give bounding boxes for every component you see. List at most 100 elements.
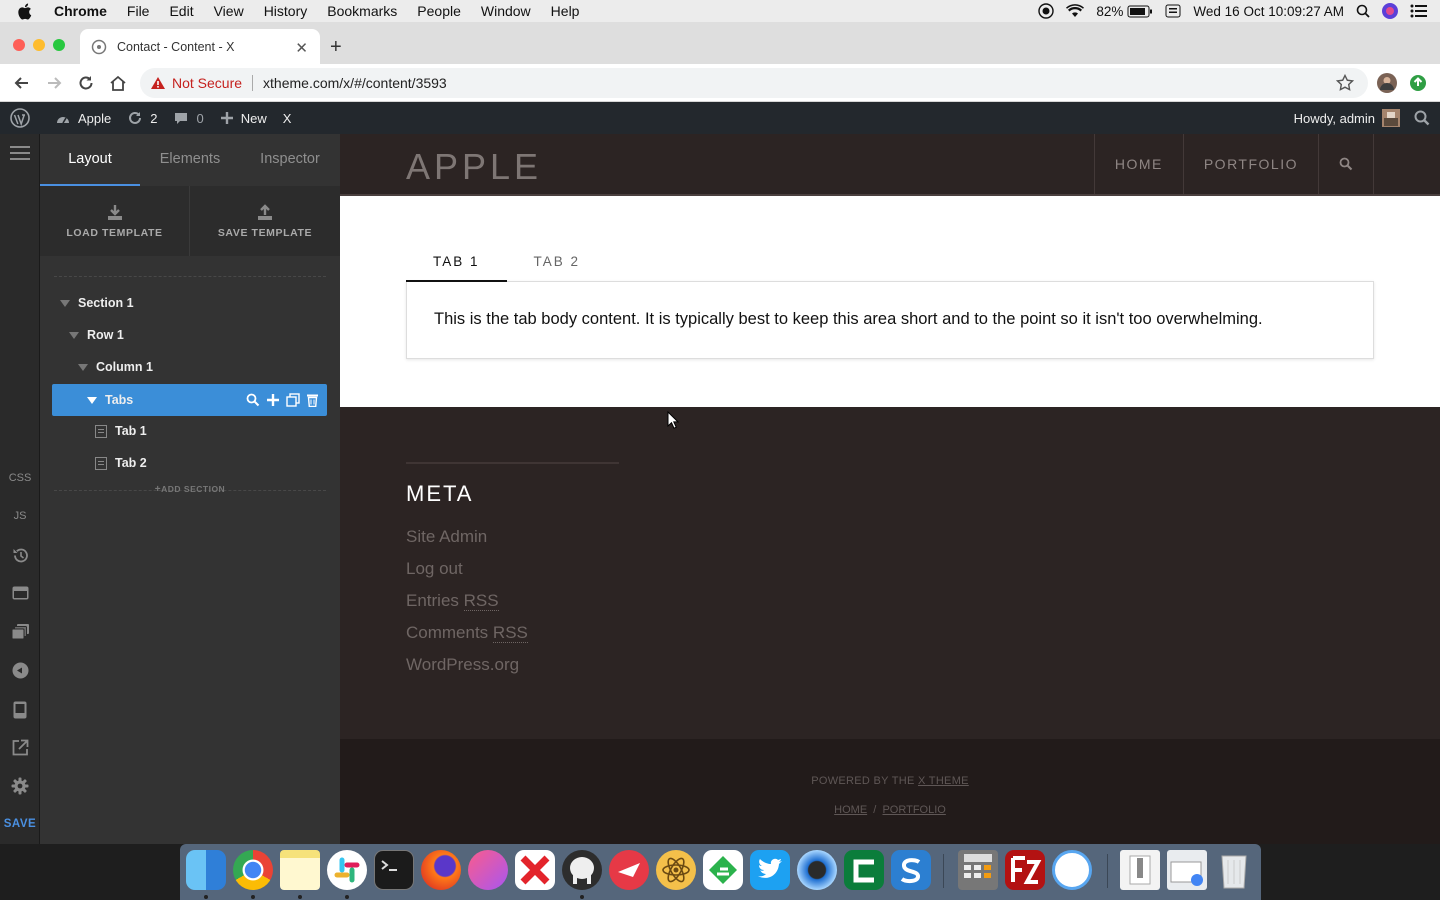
apple-menu-icon[interactable] [17,0,39,22]
itunes-icon[interactable] [468,850,508,890]
spotlight-search-icon[interactable] [1356,4,1370,18]
tree-tab-2[interactable]: Tab 2 [52,448,327,478]
templates-icon[interactable] [0,624,40,640]
crossover-icon[interactable] [515,850,555,890]
wp-user-avatar[interactable] [1382,109,1400,127]
wp-new-link[interactable]: New [220,111,267,126]
profile-avatar-icon[interactable] [1376,72,1397,93]
meta-link-comments-rss[interactable]: Comments RSS [406,623,528,643]
tab-close-icon[interactable]: ✕ [295,39,308,57]
menu-view[interactable]: View [214,3,244,19]
menu-file[interactable]: File [127,3,150,19]
calculator-icon[interactable] [958,850,998,890]
wifi-icon[interactable] [1066,4,1085,18]
responsive-preview-icon[interactable] [0,701,40,719]
camtasia-icon[interactable] [844,850,884,890]
browser-tab[interactable]: Contact - Content - X ✕ [80,29,320,64]
meta-link-entries-rss[interactable]: Entries RSS [406,591,499,611]
history-icon[interactable] [0,547,40,564]
tree-section-1[interactable]: Section 1 [52,288,327,318]
downloads-stack-icon[interactable] [1120,850,1160,890]
window-close-button[interactable] [13,39,25,51]
tree-tab-1[interactable]: Tab 1 [52,416,327,446]
firefox-icon[interactable] [421,850,461,890]
menu-help[interactable]: Help [551,3,580,19]
address-bar[interactable]: Not Secure xtheme.com/x/#/content/3593 [140,68,1368,98]
wp-comments-link[interactable]: 0 [173,111,204,126]
tree-column-1[interactable]: Column 1 [52,352,327,382]
add-section-button[interactable]: +ADD SECTION [40,484,340,495]
extension-icon[interactable] [1408,73,1428,93]
header-builder-icon[interactable] [0,586,40,600]
forward-icon[interactable] [44,73,64,93]
new-tab-button[interactable]: + [330,36,342,59]
global-blocks-icon[interactable] [0,662,40,679]
save-template-button[interactable]: SAVE TEMPLATE [190,186,340,256]
hamburger-menu-icon[interactable] [0,146,40,160]
app-circle-icon[interactable] [1052,850,1092,890]
tree-tabs-selected[interactable]: Tabs [52,384,327,416]
quicktime-icon[interactable] [797,850,837,890]
delete-trash-icon[interactable] [306,393,319,407]
collapse-caret-icon[interactable] [69,331,79,339]
x-theme-link[interactable]: X THEME [918,775,969,787]
back-icon[interactable] [12,73,32,93]
nav-search-icon[interactable] [1318,134,1374,194]
home-icon[interactable] [108,73,128,93]
wp-x-link[interactable]: X [283,111,292,126]
duplicate-icon[interactable] [286,393,300,407]
window-zoom-button[interactable] [53,39,65,51]
settings-gear-icon[interactable] [0,777,40,795]
menu-edit[interactable]: Edit [169,3,193,19]
tab-inspector[interactable]: Inspector [240,134,340,186]
meta-link-wordpress[interactable]: WordPress.org [406,655,519,675]
screen-record-icon[interactable] [1038,3,1055,19]
chrome-icon[interactable] [233,850,273,890]
window-minimize-button[interactable] [33,39,45,51]
collapse-caret-icon[interactable] [78,363,88,371]
input-source-icon[interactable] [1165,4,1181,18]
site-logo[interactable]: APPLE [406,146,542,188]
clock[interactable]: Wed 16 Oct 10:09:27 AM [1193,4,1344,19]
footer-nav-portfolio[interactable]: PORTFOLIO [882,804,945,816]
terminal-icon[interactable] [374,850,414,890]
finder-icon[interactable] [186,850,226,890]
view-site-external-icon[interactable] [0,739,40,756]
save-button[interactable]: SAVE [0,818,40,830]
js-button[interactable]: JS [0,510,40,522]
inspect-search-icon[interactable] [246,393,260,407]
siri-icon[interactable] [1382,3,1398,19]
menu-window[interactable]: Window [481,3,531,19]
notes-icon[interactable] [280,850,320,890]
url-text[interactable]: xtheme.com/x/#/content/3593 [263,75,447,91]
recent-items-stack-icon[interactable] [1167,850,1207,890]
footer-nav-home[interactable]: HOME [834,804,867,816]
simplenote-icon[interactable] [891,850,931,890]
wp-site-link[interactable]: Apple [55,111,111,126]
twitter-icon[interactable] [750,850,790,890]
wp-updates-link[interactable]: 2 [127,110,157,126]
feedly-icon[interactable] [703,850,743,890]
tree-row-1[interactable]: Row 1 [52,320,327,350]
meta-link-log-out[interactable]: Log out [406,559,463,579]
filezilla-icon[interactable] [1005,850,1045,890]
collapse-caret-icon[interactable] [87,396,97,404]
add-element-icon[interactable] [266,393,280,407]
wp-howdy[interactable]: Howdy, admin [1294,111,1375,126]
bookmark-star-icon[interactable] [1336,74,1354,92]
tab-elements[interactable]: Elements [140,134,240,186]
wp-search-icon[interactable] [1414,110,1430,126]
menu-app-name[interactable]: Chrome [54,3,107,19]
atom-icon[interactable] [656,850,696,890]
collapse-caret-icon[interactable] [60,299,70,307]
nav-home[interactable]: HOME [1093,134,1183,194]
slack-icon[interactable] [327,850,367,890]
meta-link-site-admin[interactable]: Site Admin [406,527,487,547]
wordpress-logo-icon[interactable] [10,108,37,128]
site-tab-1[interactable]: TAB 1 [406,244,507,282]
load-template-button[interactable]: LOAD TEMPLATE [40,186,190,256]
css-button[interactable]: CSS [0,472,40,484]
battery-icon[interactable] [1127,5,1153,18]
security-label[interactable]: Not Secure [172,75,242,91]
notification-center-icon[interactable] [1410,4,1428,18]
